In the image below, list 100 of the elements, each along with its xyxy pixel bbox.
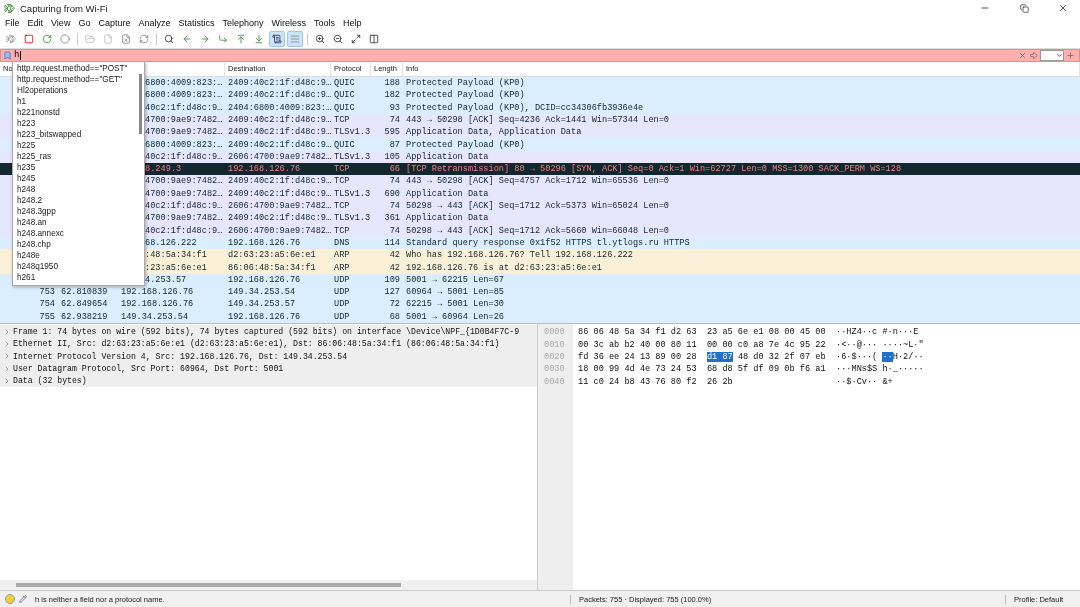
table-cell-text: QUIC — [333, 90, 356, 101]
table-cell-text: 42 — [388, 262, 401, 273]
suggestion-item[interactable]: http.request.method=="POST" — [13, 62, 138, 74]
clear-icon[interactable] — [1018, 50, 1027, 60]
table-cell-text: :48:5a:34:f1 — [144, 250, 208, 261]
menu-item[interactable]: Wireless — [267, 18, 311, 29]
add-filter-icon[interactable] — [1066, 50, 1075, 60]
menu-item[interactable]: View — [47, 18, 75, 29]
table-cell-text: 5001 → 62215 Len=67 — [405, 274, 505, 285]
menu-item[interactable]: Edit — [23, 18, 48, 29]
suggestion-item[interactable]: h248q1950 — [13, 260, 138, 272]
table-cell-text: 114 — [383, 237, 401, 248]
menu-item[interactable]: Capture — [94, 18, 135, 29]
suggestion-item[interactable]: h223 — [13, 117, 138, 129]
suggestion-item[interactable]: h248.annexc — [13, 227, 138, 239]
table-cell-text: Protected Payload (KP0) — [405, 78, 526, 89]
colorize-icon[interactable] — [287, 31, 303, 48]
table-cell-text: 109 — [383, 274, 401, 285]
ascii-bytes[interactable]: ·6·$···( — [836, 352, 883, 363]
ascii-bytes[interactable]: ··HZ4··c #·n···E — [836, 327, 919, 338]
table-cell-text: 2409:40c2:1f:d48c:9… — [227, 176, 331, 187]
hex-bytes[interactable]: 00 3c ab b2 40 00 80 11 00 00 c0 a8 7e 4c 95 22 — [578, 339, 826, 350]
table-cell-text: UDP — [333, 299, 351, 310]
tree-item[interactable]: User Datagram Protocol, Src Port: 60964, Dst Port: 5001 — [0, 362, 537, 375]
table-cell-text: 6800:4009:823:… — [144, 139, 224, 150]
table-cell-text: TCP — [333, 164, 351, 175]
table-cell-text: 192.168.126.76 — [227, 274, 302, 285]
packet-row[interactable]: 754 62.849654 192.168.126.76 149.34.253.57 UDP 72 62215 → 5001 Len=30 — [0, 298, 1080, 311]
menu-item[interactable]: Analyze — [134, 18, 175, 29]
hex-bytes[interactable]: 18 00 99 4d 4e 73 24 53 68 d8 5f df 09 0b f6 a1 — [578, 364, 826, 375]
table-cell-text: 62.849654 — [60, 299, 109, 310]
table-cell-text: 192.168.126.76 — [120, 299, 195, 310]
suggestion-item[interactable]: h225_ras — [13, 150, 138, 162]
table-cell-text: 86:06:48:5a:34:f1 — [227, 262, 317, 273]
table-cell-text: 6800:4009:823:… — [144, 90, 224, 101]
menu-item[interactable]: Tools — [310, 18, 340, 29]
restore-icon[interactable] — [1019, 3, 1029, 13]
offset-label: 0020 — [543, 352, 566, 365]
table-cell-text: 2409:40c2:1f:d48c:9… — [227, 90, 331, 101]
close-icon[interactable] — [1058, 3, 1068, 13]
edit-comment-icon[interactable] — [19, 595, 27, 603]
menu-item[interactable]: Statistics — [174, 18, 219, 29]
menu-item[interactable]: Help — [339, 18, 366, 29]
table-cell-text: 443 → 50298 [ACK] Seq=4757 Ack=1712 Win=65536 Len=0 — [405, 176, 670, 187]
tree-item[interactable]: Frame 1: 74 bytes on wire (592 bits), 74 bytes captured (592 bits) on interface \Device\NPF_{1D0B4F7C-9 — [0, 325, 537, 338]
table-cell-text: UDP — [333, 274, 351, 285]
tree-item[interactable]: Internet Protocol Version 4, Src: 192.168.126.76, Dst: 149.34.253.54 — [0, 350, 537, 363]
table-cell-text: 93 — [388, 102, 401, 113]
table-cell-text: QUIC — [333, 139, 356, 150]
table-cell-text: TLSv1.3 — [333, 127, 371, 138]
suggestion-item[interactable]: h248e — [13, 249, 138, 261]
table-cell-text: 4700:9ae9:7482… — [144, 176, 224, 187]
table-cell-text: UDP — [333, 287, 351, 298]
table-cell-text: 2409:40c2:1f:d48c:9… — [227, 139, 331, 150]
table-cell-text: 127 — [383, 287, 401, 298]
table-cell-text: 4700:9ae9:7482… — [144, 114, 224, 125]
offset-label: 0030 — [543, 364, 566, 377]
suggestion-item[interactable]: h223_bitswapped — [13, 128, 138, 140]
menu-item[interactable]: File — [1, 18, 24, 29]
ascii-bytes[interactable]: ···MNs$S h·_····· — [836, 364, 924, 375]
menu-item[interactable]: Telephony — [218, 18, 268, 29]
suggestion-item[interactable]: h261 — [13, 271, 138, 283]
menu-item[interactable]: Go — [74, 18, 95, 29]
scrollbar-thumb[interactable] — [139, 73, 142, 134]
apply-arrow-icon[interactable] — [1029, 50, 1038, 60]
ascii-bytes[interactable]: H·2/·· — [892, 352, 924, 363]
bookmark-icon[interactable] — [3, 50, 12, 60]
suggestion-item[interactable]: h235 — [13, 161, 138, 173]
table-cell-text: 182 — [383, 90, 401, 101]
suggestion-item[interactable]: h225 — [13, 139, 138, 151]
table-cell-text: 753 — [38, 287, 56, 298]
table-cell-text: 2404:6800:4009:823:… — [227, 102, 331, 113]
table-cell-text: 40c2:1f:d48c:9… — [144, 151, 224, 162]
suggestion-item[interactable]: h248.chp — [13, 238, 138, 250]
table-cell-text: 4.253.57 — [144, 274, 188, 285]
filter-dropdown[interactable] — [1040, 49, 1064, 61]
scrollbar-thumb[interactable] — [16, 583, 401, 587]
table-cell-text: TLSv1.3 — [333, 213, 371, 224]
table-cell-text: 74 — [388, 201, 401, 212]
ascii-bytes[interactable]: ·<··@··· ····~L·" — [836, 339, 924, 350]
ascii-bytes[interactable]: ·· — [882, 352, 893, 363]
suggestion-item[interactable]: http.request.method=="GET" — [13, 73, 138, 85]
table-cell-text: d2:63:23:a5:6e:e1 — [227, 250, 317, 261]
table-cell-text: 690 — [383, 188, 401, 199]
table-cell-text: QUIC — [333, 78, 356, 89]
hex-bytes[interactable]: 11 c0 24 b8 43 76 80 f2 26 2b — [578, 376, 733, 387]
hex-bytes[interactable]: 48 d0 32 2f 07 eb — [732, 352, 826, 363]
table-cell-text: 192.168.126.76 — [227, 311, 302, 322]
ascii-bytes[interactable]: ··$·Cv·· &+ — [836, 376, 893, 387]
table-cell-text: ARP — [333, 262, 351, 273]
table-cell-text: Application Data, Application Data — [405, 127, 583, 138]
auto-scroll-icon[interactable] — [269, 31, 285, 48]
table-cell-text: 2606:4700:9ae9:7482… — [227, 201, 331, 212]
hex-bytes[interactable]: 86 06 48 5a 34 f1 d2 63 23 a5 6e e1 08 00 45 00 — [578, 327, 826, 338]
hex-bytes[interactable]: fd 36 ee 24 13 89 00 28 — [578, 352, 707, 363]
table-cell-text: 192.168.126.76 — [227, 164, 302, 175]
hex-bytes[interactable]: d1 87 — [706, 352, 733, 363]
expert-info-icon[interactable] — [5, 594, 15, 604]
table-cell-text: 192.168.126.76 is at d2:63:23:a5:6e:e1 — [405, 262, 603, 273]
table-cell-text: 74 — [388, 114, 401, 125]
